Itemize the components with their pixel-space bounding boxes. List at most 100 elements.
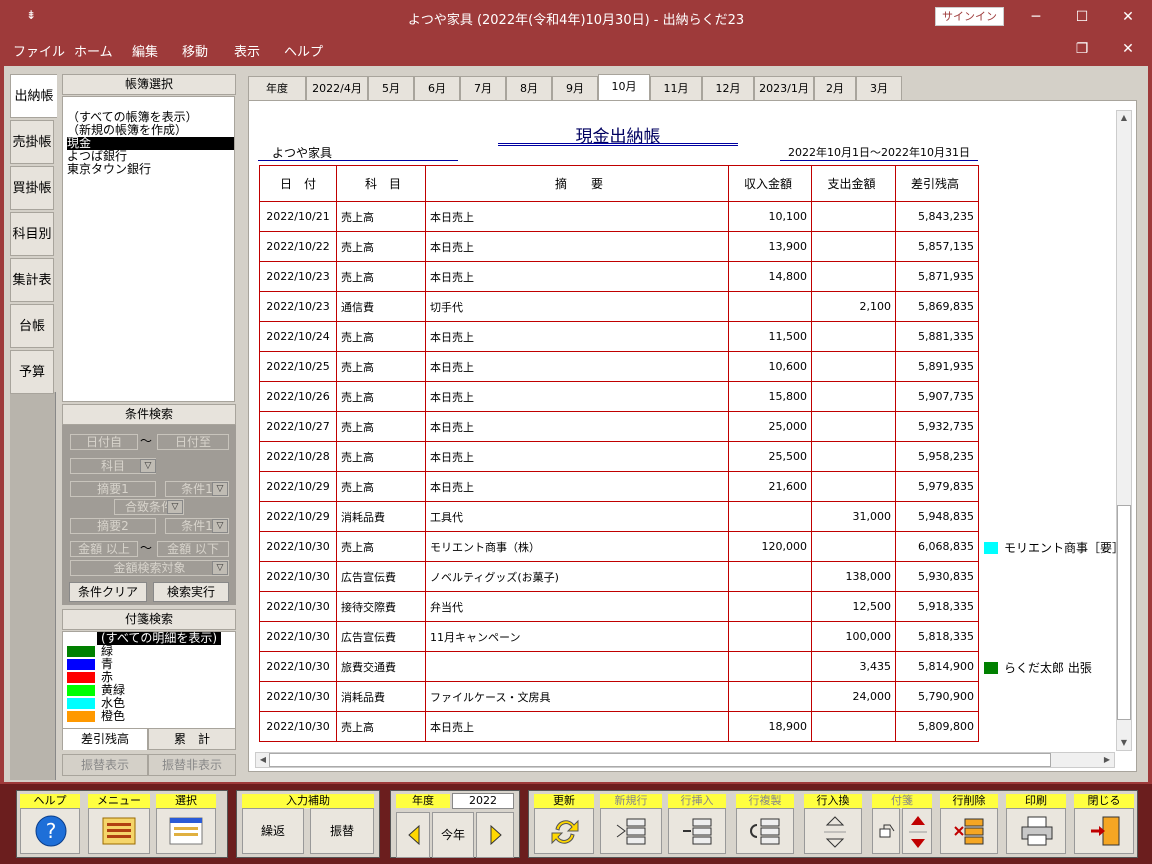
tab-by-account[interactable]: 科目別 xyxy=(10,212,54,256)
date-to-field[interactable]: 日付至 xyxy=(157,434,229,450)
cell-income[interactable]: 14,800 xyxy=(728,261,812,292)
this-year-button[interactable]: 今年 xyxy=(432,812,474,858)
cell-account[interactable]: 売上高 xyxy=(336,261,426,292)
cell-income[interactable] xyxy=(728,561,812,592)
amount-max-field[interactable]: 金額 以下 xyxy=(157,541,229,557)
cell-income[interactable]: 21,600 xyxy=(728,471,812,502)
signin-button[interactable]: サインイン xyxy=(935,7,1004,26)
cell-expense[interactable] xyxy=(811,711,896,742)
help-button[interactable]: ? xyxy=(20,808,80,854)
menu-home[interactable]: ホーム xyxy=(74,41,113,60)
tag-item[interactable]: 橙色 xyxy=(63,710,235,723)
cell-account[interactable]: 売上高 xyxy=(336,471,426,502)
cell-expense[interactable]: 3,435 xyxy=(811,651,896,682)
tag-item[interactable]: 緑 xyxy=(63,645,235,658)
chevron-down-icon[interactable]: ▽ xyxy=(212,482,228,496)
table-row[interactable]: 2022/10/29 消耗品費 工具代 31,000 5,948,835 xyxy=(259,501,979,532)
tab-month[interactable]: 2022/4月 xyxy=(306,76,368,100)
tab-month[interactable]: 5月 xyxy=(368,76,414,100)
cell-memo[interactable]: 本日売上 xyxy=(425,351,729,382)
tab-month[interactable]: 9月 xyxy=(552,76,598,100)
cell-balance[interactable]: 5,809,800 xyxy=(895,711,979,742)
row-note[interactable]: らくだ太郎 出張 xyxy=(984,659,1118,676)
cell-balance[interactable]: 5,857,135 xyxy=(895,231,979,262)
cell-account[interactable]: 広告宣伝費 xyxy=(336,561,426,592)
table-row[interactable]: 2022/10/22 売上高 本日売上 13,900 5,857,135 xyxy=(259,231,979,262)
cell-memo[interactable]: 本日売上 xyxy=(425,411,729,442)
cell-income[interactable]: 11,500 xyxy=(728,321,812,352)
cell-account[interactable]: 広告宣伝費 xyxy=(336,621,426,652)
cell-account[interactable]: 消耗品費 xyxy=(336,501,426,532)
tab-month[interactable]: 2月 xyxy=(814,76,856,100)
cell-income[interactable]: 15,800 xyxy=(728,381,812,412)
cell-balance[interactable]: 6,068,835 xyxy=(895,531,979,562)
cell-account[interactable]: 売上高 xyxy=(336,441,426,472)
cell-balance[interactable]: 5,843,235 xyxy=(895,201,979,232)
tab-month[interactable]: 3月 xyxy=(856,76,902,100)
cell-balance[interactable]: 5,869,835 xyxy=(895,291,979,322)
row-note[interactable]: モリエント商事［要］電 xyxy=(984,539,1118,556)
tag-item[interactable]: 水色 xyxy=(63,697,235,710)
cell-date[interactable]: 2022/10/27 xyxy=(259,411,337,442)
cell-expense[interactable] xyxy=(811,231,896,262)
cell-date[interactable]: 2022/10/30 xyxy=(259,531,337,562)
cell-date[interactable]: 2022/10/30 xyxy=(259,711,337,742)
cell-expense[interactable]: 31,000 xyxy=(811,501,896,532)
scroll-left-icon[interactable]: ◀ xyxy=(256,753,270,767)
memo2-field[interactable]: 摘要2 xyxy=(70,518,156,534)
vertical-scroll-thumb[interactable] xyxy=(1117,505,1131,720)
menu-view[interactable]: 表示 xyxy=(234,41,260,60)
amount-target-select[interactable]: 金額検索対象 xyxy=(70,560,229,576)
cell-memo[interactable]: 本日売上 xyxy=(425,321,729,352)
tab-cumulative[interactable]: 累 計 xyxy=(148,728,236,750)
tag-move-button[interactable] xyxy=(902,808,932,854)
cell-memo[interactable]: ノベルティグッズ(お菓子) xyxy=(425,561,729,592)
cell-income[interactable] xyxy=(728,501,812,532)
memo1-field[interactable]: 摘要1 xyxy=(70,481,156,497)
cell-balance[interactable]: 5,907,735 xyxy=(895,381,979,412)
tab-month[interactable]: 8月 xyxy=(506,76,552,100)
cell-income[interactable]: 10,100 xyxy=(728,201,812,232)
cell-income[interactable] xyxy=(728,291,812,322)
table-row[interactable]: 2022/10/26 売上高 本日売上 15,800 5,907,735 xyxy=(259,381,979,412)
copy-row-button[interactable] xyxy=(736,808,794,854)
cell-expense[interactable] xyxy=(811,201,896,232)
chevron-down-icon[interactable]: ▽ xyxy=(212,561,228,575)
close-button[interactable] xyxy=(1074,808,1134,854)
tag-item[interactable]: 青 xyxy=(63,658,235,671)
cell-expense[interactable] xyxy=(811,381,896,412)
select-button[interactable] xyxy=(156,808,216,854)
cell-account[interactable]: 売上高 xyxy=(336,201,426,232)
delete-row-button[interactable] xyxy=(940,808,998,854)
cell-memo[interactable]: 11月キャンペーン xyxy=(425,621,729,652)
cell-income[interactable] xyxy=(728,621,812,652)
cell-memo[interactable]: 本日売上 xyxy=(425,441,729,472)
tag-item[interactable]: 黄緑 xyxy=(63,684,235,697)
cell-balance[interactable]: 5,814,900 xyxy=(895,651,979,682)
cell-date[interactable]: 2022/10/29 xyxy=(259,471,337,502)
cell-balance[interactable]: 5,948,835 xyxy=(895,501,979,532)
cell-balance[interactable]: 5,891,935 xyxy=(895,351,979,382)
cell-account[interactable]: 売上高 xyxy=(336,231,426,262)
table-row[interactable]: 2022/10/24 売上高 本日売上 11,500 5,881,335 xyxy=(259,321,979,352)
cell-account[interactable]: 売上高 xyxy=(336,351,426,382)
cell-account[interactable]: 売上高 xyxy=(336,711,426,742)
cell-income[interactable]: 25,000 xyxy=(728,411,812,442)
cell-expense[interactable] xyxy=(811,411,896,442)
cell-memo[interactable]: ファイルケース・文房具 xyxy=(425,681,729,712)
cell-memo[interactable]: 本日売上 xyxy=(425,231,729,262)
table-row[interactable]: 2022/10/30 接待交際費 弁当代 12,500 5,918,335 xyxy=(259,591,979,622)
tab-month[interactable]: 2023/1月 xyxy=(754,76,814,100)
tab-month[interactable]: 6月 xyxy=(414,76,460,100)
prev-year-button[interactable] xyxy=(396,812,430,858)
cell-date[interactable]: 2022/10/29 xyxy=(259,501,337,532)
cell-memo[interactable]: 本日売上 xyxy=(425,381,729,412)
cell-income[interactable]: 10,600 xyxy=(728,351,812,382)
cell-balance[interactable]: 5,790,900 xyxy=(895,681,979,712)
cell-expense[interactable]: 138,000 xyxy=(811,561,896,592)
menu-button[interactable] xyxy=(88,808,150,854)
table-row[interactable]: 2022/10/30 売上高 モリエント商事（株） 120,000 6,068,835 xyxy=(259,531,979,562)
tab-summary[interactable]: 集計表 xyxy=(10,258,54,302)
cell-account[interactable]: 旅費交通費 xyxy=(336,651,426,682)
cell-balance[interactable]: 5,979,835 xyxy=(895,471,979,502)
